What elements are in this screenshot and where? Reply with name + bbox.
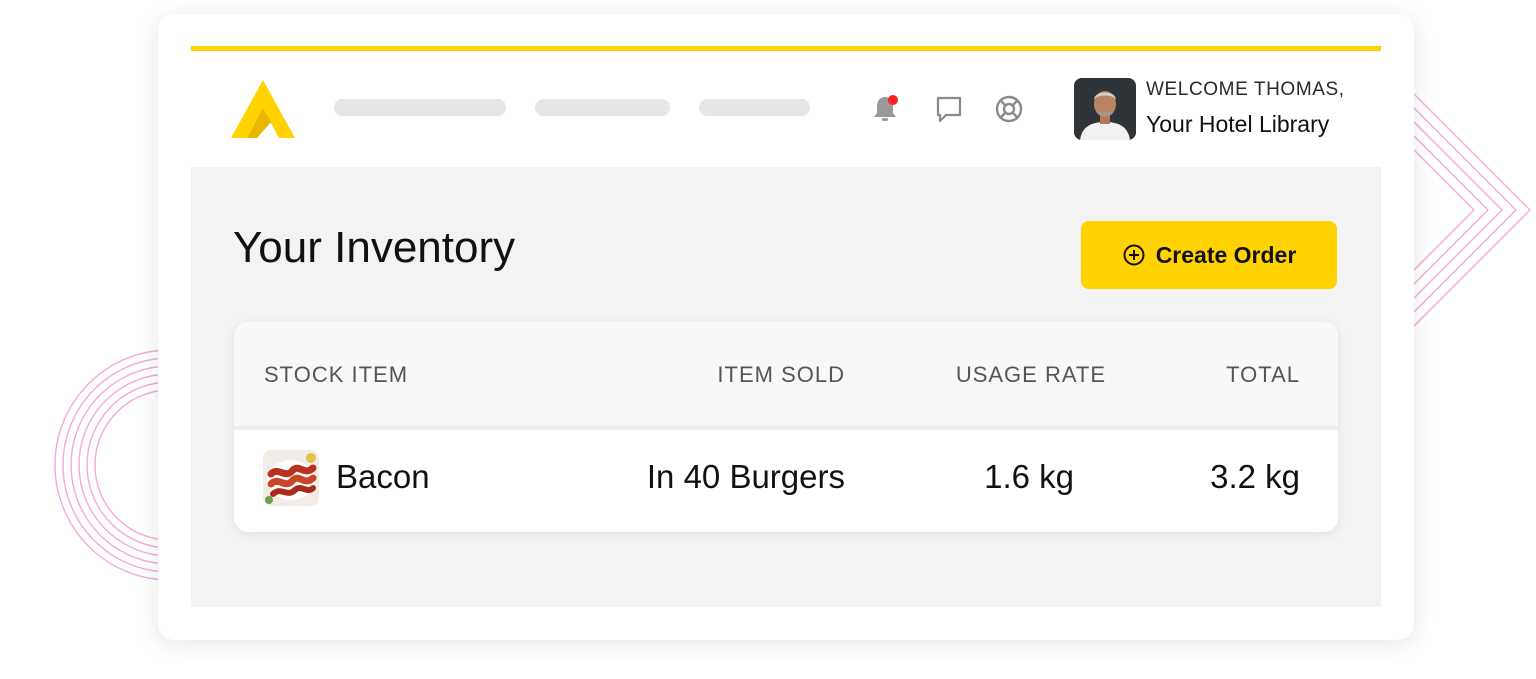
stage: WELCOME THOMAS, Your Hotel Library Your … — [0, 0, 1536, 679]
notifications-button[interactable] — [867, 91, 903, 127]
cell-item-sold: In 40 Burgers — [646, 458, 845, 495]
hotel-library-label: Your Hotel Library — [1146, 111, 1330, 137]
create-order-label: Create Order — [1155, 241, 1297, 268]
page-title: Your Inventory — [233, 223, 516, 272]
chat-icon — [936, 96, 962, 123]
welcome-text: WELCOME THOMAS, — [1146, 79, 1345, 100]
column-header-stock-item[interactable]: STOCK ITEM — [264, 362, 408, 388]
inventory-table: STOCK ITEM ITEM SOLD USAGE RATE TOTAL Ba… — [234, 322, 1338, 532]
app-window: WELCOME THOMAS, Your Hotel Library Your … — [158, 14, 1414, 640]
messages-button[interactable] — [931, 91, 967, 127]
header: WELCOME THOMAS, Your Hotel Library — [191, 51, 1381, 167]
help-button[interactable] — [991, 91, 1027, 127]
cell-total: 3.2 kg — [1210, 458, 1300, 495]
column-header-usage-rate[interactable]: USAGE RATE — [956, 362, 1106, 388]
help-icon — [995, 95, 1023, 123]
cell-stock-item: Bacon — [336, 458, 430, 495]
cell-usage-rate: 1.6 kg — [984, 458, 1074, 495]
notification-dot — [888, 95, 898, 105]
create-order-button[interactable]: Create Order — [1081, 221, 1337, 289]
plus-circle-icon — [1123, 244, 1145, 266]
main-content: Your Inventory Create Order STOCK ITEM I… — [191, 167, 1381, 607]
decorative-arcs — [54, 349, 170, 581]
column-header-item-sold[interactable]: ITEM SOLD — [717, 362, 845, 388]
bacon-thumbnail — [263, 450, 319, 506]
brand-logo-a-icon[interactable] — [231, 80, 295, 138]
bell-icon — [874, 95, 898, 121]
column-header-total[interactable]: TOTAL — [1226, 362, 1300, 388]
table-row[interactable]: Bacon In 40 Burgers 1.6 kg 3.2 kg — [234, 430, 1338, 532]
nav-item-placeholder-1[interactable] — [334, 99, 506, 116]
nav-item-placeholder-2[interactable] — [535, 99, 670, 116]
nav-item-placeholder-3[interactable] — [699, 99, 810, 116]
user-portrait-icon — [1074, 78, 1136, 140]
bacon-food-icon — [263, 450, 319, 506]
user-avatar[interactable] — [1074, 78, 1136, 140]
table-header: STOCK ITEM ITEM SOLD USAGE RATE TOTAL — [234, 322, 1338, 430]
